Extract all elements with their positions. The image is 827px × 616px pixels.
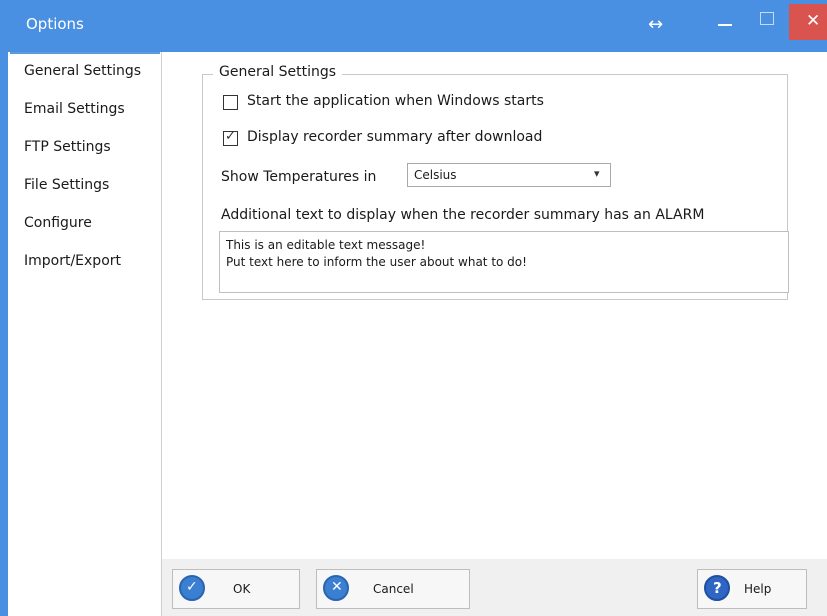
x-icon: ✕ — [323, 575, 349, 601]
options-window: Options ↔ ✕ General Settings Email Setti… — [0, 0, 827, 616]
question-glyph: ? — [713, 579, 722, 597]
minimize-icon — [718, 24, 732, 26]
nav-item-import-export[interactable]: Import/Export — [10, 244, 160, 276]
window-frame-left — [0, 0, 8, 616]
alarm-text-input[interactable]: This is an editable text message! Put te… — [219, 231, 789, 293]
start-with-windows-checkbox[interactable] — [223, 95, 238, 110]
alarm-text-line: This is an editable text message! — [226, 238, 426, 252]
dialog-button-bar: ✓ OK ✕ Cancel ? Help — [162, 559, 827, 616]
check-icon: ✓ — [179, 575, 205, 601]
resize-icon[interactable]: ↔ — [648, 14, 663, 35]
nav-item-label: Import/Export — [24, 253, 122, 269]
nav-item-configure[interactable]: Configure — [10, 206, 160, 238]
alarm-text-line: Put text here to inform the user about w… — [226, 255, 527, 269]
temperature-label: Show Temperatures in — [221, 169, 377, 185]
nav-item-file-settings[interactable]: File Settings — [10, 168, 160, 200]
general-settings-group: General Settings Start the application w… — [202, 64, 789, 300]
title-bar[interactable]: Options ↔ ✕ — [8, 0, 827, 52]
temperature-unit-value: Celsius — [414, 168, 457, 182]
minimize-button[interactable] — [718, 18, 732, 26]
alarm-text-label: Additional text to display when the reco… — [221, 207, 705, 223]
help-button[interactable]: ? Help — [697, 569, 807, 609]
window-title: Options — [26, 15, 84, 33]
checkmark-icon: ✓ — [225, 129, 236, 144]
help-button-label: Help — [744, 582, 772, 596]
nav-item-label: Configure — [24, 215, 92, 231]
cancel-button-label: Cancel — [373, 582, 414, 596]
nav-item-email-settings[interactable]: Email Settings — [10, 92, 160, 124]
check-glyph: ✓ — [186, 579, 198, 595]
display-summary-label[interactable]: Display recorder summary after download — [247, 129, 542, 145]
settings-nav: General Settings Email Settings FTP Sett… — [8, 52, 162, 616]
nav-item-ftp-settings[interactable]: FTP Settings — [10, 130, 160, 162]
settings-panel: General Settings Start the application w… — [162, 52, 827, 559]
temperature-unit-select[interactable]: Celsius ▾ — [407, 163, 611, 187]
group-title: General Settings — [213, 64, 343, 80]
x-glyph: ✕ — [331, 579, 343, 595]
display-summary-checkbox[interactable]: ✓ — [223, 129, 238, 146]
nav-item-label: General Settings — [24, 63, 142, 79]
nav-item-label: FTP Settings — [24, 139, 111, 155]
nav-item-label: File Settings — [24, 177, 110, 193]
start-with-windows-label[interactable]: Start the application when Windows start… — [247, 93, 544, 109]
ok-button-label: OK — [233, 582, 251, 596]
chevron-down-icon: ▾ — [594, 167, 600, 180]
cancel-button[interactable]: ✕ Cancel — [316, 569, 470, 609]
close-icon: ✕ — [806, 11, 821, 31]
question-icon: ? — [704, 575, 730, 601]
nav-item-label: Email Settings — [24, 101, 125, 117]
maximize-button[interactable] — [760, 12, 774, 25]
nav-item-general-settings[interactable]: General Settings — [10, 52, 160, 86]
ok-button[interactable]: ✓ OK — [172, 569, 300, 609]
close-button[interactable]: ✕ — [789, 4, 827, 40]
